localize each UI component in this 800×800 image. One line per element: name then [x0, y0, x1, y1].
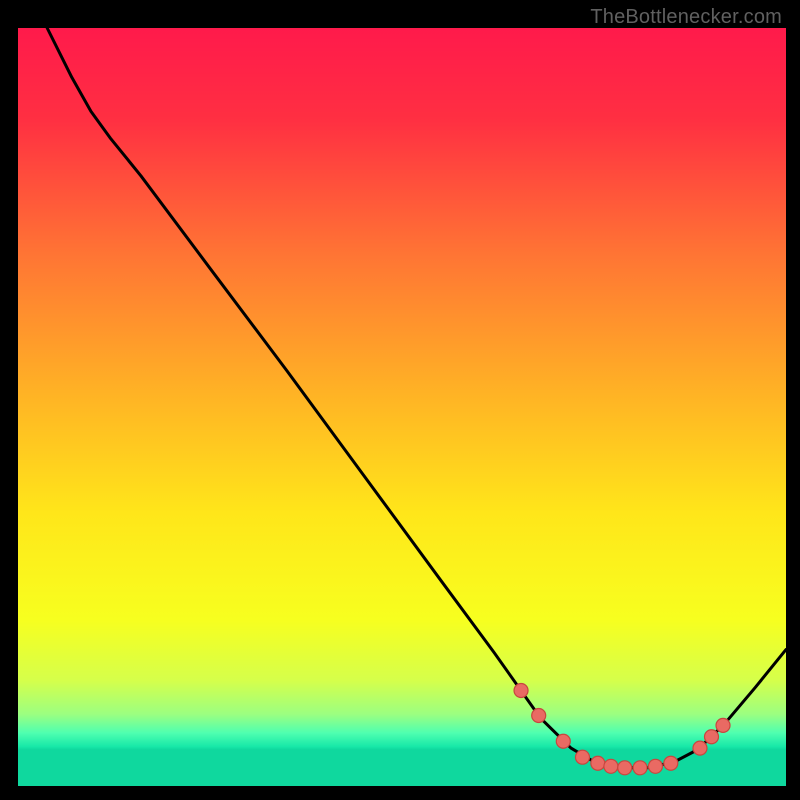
- data-marker: [575, 750, 589, 764]
- data-marker: [693, 741, 707, 755]
- watermark-text: TheBottlenecker.com: [590, 6, 782, 29]
- data-marker: [532, 709, 546, 723]
- data-marker: [591, 756, 605, 770]
- data-marker: [716, 718, 730, 732]
- data-marker: [604, 759, 618, 773]
- plot-background: [18, 28, 786, 786]
- data-marker: [618, 761, 632, 775]
- data-marker: [633, 761, 647, 775]
- data-marker: [664, 756, 678, 770]
- data-marker: [556, 734, 570, 748]
- chart-frame: TheBottlenecker.com: [0, 0, 800, 800]
- bottleneck-curve-chart: [0, 0, 800, 800]
- data-marker: [648, 759, 662, 773]
- data-marker: [705, 730, 719, 744]
- data-marker: [514, 683, 528, 697]
